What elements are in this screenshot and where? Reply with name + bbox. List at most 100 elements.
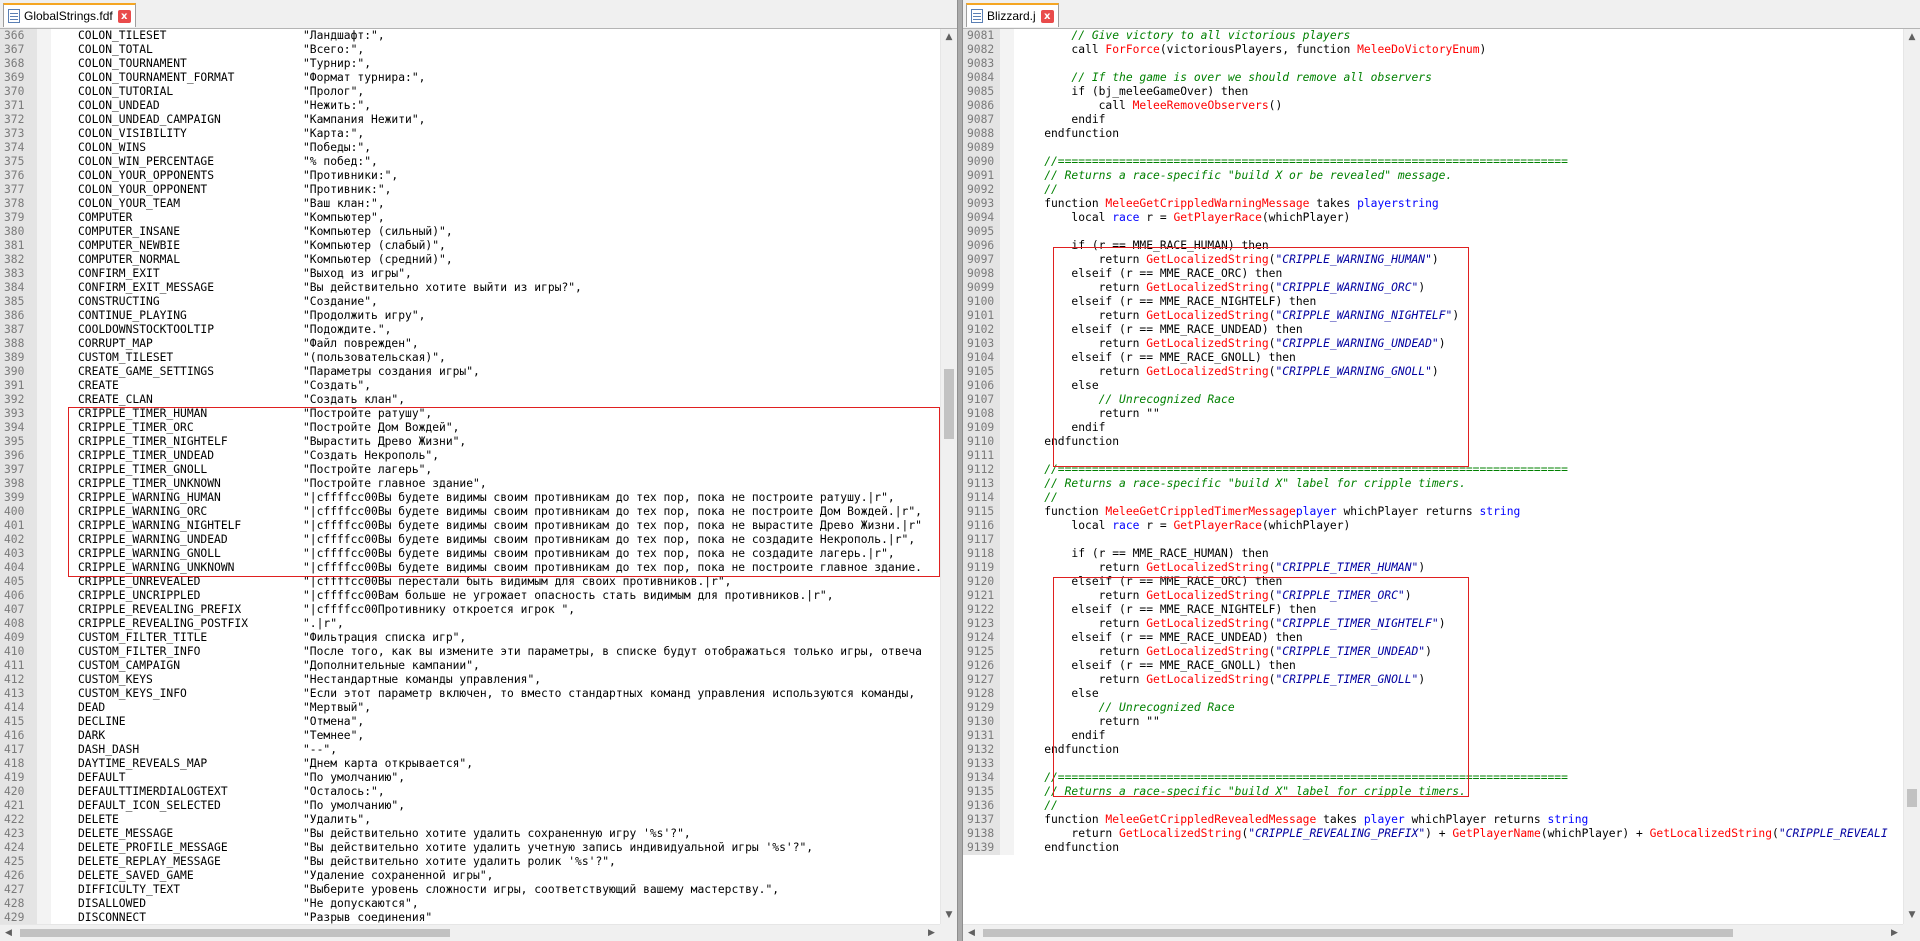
scroll-left-arrow-icon[interactable]: ◀ xyxy=(0,925,17,941)
code-editor-left[interactable]: 366 COLON_TILESET "Ландшафт:", 367 COLON_TOT… xyxy=(0,29,940,924)
code-line: 9113 // Returns a race-specific "build X… xyxy=(963,477,1903,491)
fold-margin xyxy=(1000,659,1014,673)
fold-margin xyxy=(37,155,51,169)
code-token: return xyxy=(1017,645,1147,658)
string-value: "|cffffcc00Вы будете видимы своим против… xyxy=(303,547,895,560)
code-token: "CRIPPLE_TIMER_ORC" xyxy=(1275,589,1405,602)
horizontal-scrollbar[interactable]: ◀ ▶ xyxy=(963,924,1903,941)
fold-margin xyxy=(1000,169,1014,183)
close-icon[interactable]: x xyxy=(117,9,131,23)
line-number: 9107 xyxy=(963,393,1000,407)
string-value: "Формат турнира:", xyxy=(303,71,426,84)
code-line: 9087 endif xyxy=(963,113,1903,127)
vertical-scrollbar[interactable]: ▲ ▼ xyxy=(940,29,957,924)
code-token: return xyxy=(1017,617,1147,630)
fold-margin xyxy=(37,659,51,673)
code-token: endfunction xyxy=(1017,841,1120,854)
scroll-right-arrow-icon[interactable]: ▶ xyxy=(1886,925,1903,941)
scroll-down-arrow-icon[interactable]: ▼ xyxy=(941,907,957,924)
scroll-left-arrow-icon[interactable]: ◀ xyxy=(963,925,980,941)
line-number: 369 xyxy=(0,71,37,85)
code-token: function xyxy=(1017,197,1106,210)
code-token: if (bj_meleeGameOver) then xyxy=(1017,85,1249,98)
string-value: "Если этот параметр включен, то вместо с… xyxy=(303,687,916,700)
fold-margin xyxy=(1000,337,1014,351)
scroll-down-arrow-icon[interactable]: ▼ xyxy=(1904,907,1920,924)
code-text: COMPUTER_NEWBIE "Компьютер (слабый)", xyxy=(78,239,446,253)
close-icon[interactable]: x xyxy=(1040,9,1054,23)
code-line: 419 DEFAULT "По умолчанию", xyxy=(0,771,940,785)
code-line: 420 DEFAULTTIMERDIALOGTEXT "Осталось:", xyxy=(0,785,940,799)
code-text: CRIPPLE_UNCRIPPLED "|cffffcc00Вам больше … xyxy=(78,589,834,603)
tab-blizzard-j[interactable]: Blizzard.j x xyxy=(966,3,1059,27)
scroll-thumb[interactable] xyxy=(1907,789,1917,807)
scroll-right-arrow-icon[interactable]: ▶ xyxy=(923,925,940,941)
code-token: elseif (r == MME_RACE_NIGHTELF) then xyxy=(1017,295,1317,308)
string-key: CREATE xyxy=(78,379,119,392)
scroll-thumb[interactable] xyxy=(20,929,450,937)
code-line: 421 DEFAULT_ICON_SELECTED "По умолчанию", xyxy=(0,799,940,813)
line-number: 9093 xyxy=(963,197,1000,211)
fold-margin xyxy=(1000,687,1014,701)
string-value: "Победы:", xyxy=(303,141,372,154)
fold-margin xyxy=(37,477,51,491)
code-text: DELETE_MESSAGE "Вы действительно хотите у… xyxy=(78,827,691,841)
code-token: GetLocalizedString xyxy=(1146,253,1269,266)
code-editor-right[interactable]: 9081 // Give victory to all victorious p… xyxy=(963,29,1903,924)
code-line: 385 CONSTRUCTING "Создание", xyxy=(0,295,940,309)
fold-margin xyxy=(37,855,51,869)
line-number: 425 xyxy=(0,855,37,869)
fold-margin xyxy=(1000,603,1014,617)
scroll-thumb[interactable] xyxy=(983,929,1733,937)
code-text: COLON_WINS "Победы:", xyxy=(78,141,371,155)
code-line: 9129 // Unrecognized Race xyxy=(963,701,1903,715)
string-value: "|cffffcc00Вы будете видимы своим против… xyxy=(303,505,922,518)
vertical-scrollbar[interactable]: ▲ ▼ xyxy=(1903,29,1920,924)
scroll-up-arrow-icon[interactable]: ▲ xyxy=(1904,29,1920,46)
line-number: 9099 xyxy=(963,281,1000,295)
line-number: 9105 xyxy=(963,365,1000,379)
fold-margin xyxy=(37,309,51,323)
code-token: (whichPlayer) + xyxy=(1540,827,1650,840)
line-number: 413 xyxy=(0,687,37,701)
code-line: 9081 // Give victory to all victorious p… xyxy=(963,29,1903,43)
code-text: DEAD "Мертвый", xyxy=(78,701,371,715)
fold-margin xyxy=(37,883,51,897)
fold-margin xyxy=(1000,141,1014,155)
fold-margin xyxy=(1000,29,1014,43)
tab-globalstrings[interactable]: GlobalStrings.fdf x xyxy=(3,3,136,27)
string-value: "Разрыв соединения" xyxy=(303,911,433,924)
code-line: 393 CRIPPLE_TIMER_HUMAN "Постройте ратушу"… xyxy=(0,407,940,421)
code-text: COLON_UNDEAD_CAMPAIGN "Кампания Нежити", xyxy=(78,113,425,127)
scroll-thumb[interactable] xyxy=(944,369,954,439)
code-line: 401 CRIPPLE_WARNING_NIGHTELF "|cffffcc00Вы… xyxy=(0,519,940,533)
fold-margin xyxy=(1000,407,1014,421)
horizontal-scrollbar[interactable]: ◀ ▶ xyxy=(0,924,940,941)
code-text: return GetLocalizedString("CRIPPLE_REVEA… xyxy=(1017,827,1887,841)
code-token: ) xyxy=(1418,281,1426,294)
code-line: 9133 xyxy=(963,757,1903,771)
string-value: "Постройте ратушу", xyxy=(303,407,433,420)
fold-margin xyxy=(1000,421,1014,435)
code-token: "CRIPPLE_REVEALING_PREFIX" xyxy=(1248,827,1426,840)
line-number: 9102 xyxy=(963,323,1000,337)
scroll-up-arrow-icon[interactable]: ▲ xyxy=(941,29,957,46)
code-text: COLON_WIN_PERCENTAGE "% побед:", xyxy=(78,155,378,169)
fold-margin xyxy=(37,771,51,785)
string-key: CRIPPLE_TIMER_NIGHTELF xyxy=(78,435,228,448)
fold-margin xyxy=(37,743,51,757)
code-line: 9112 //=================================… xyxy=(963,463,1903,477)
line-number: 9094 xyxy=(963,211,1000,225)
fold-margin xyxy=(37,757,51,771)
string-key: DIFFICULTY_TEXT xyxy=(78,883,181,896)
code-line: 417 DASH_DASH "--", xyxy=(0,743,940,757)
code-line: 387 COOLDOWNSTOCKTOOLTIP "Подождите.", xyxy=(0,323,940,337)
code-line: 380 COMPUTER_INSANE "Компьютер (сильный)", xyxy=(0,225,940,239)
fold-margin xyxy=(1000,463,1014,477)
code-token: //======================================… xyxy=(1017,771,1568,784)
code-text: COLON_TOTAL "Всего:", xyxy=(78,43,364,57)
code-text: call MeleeRemoveObservers() xyxy=(1017,99,1283,113)
string-value: "Вы действительно хотите удалить учетную… xyxy=(303,841,814,854)
code-line: 9085 if (bj_meleeGameOver) then xyxy=(963,85,1903,99)
code-token: r = xyxy=(1139,211,1174,224)
